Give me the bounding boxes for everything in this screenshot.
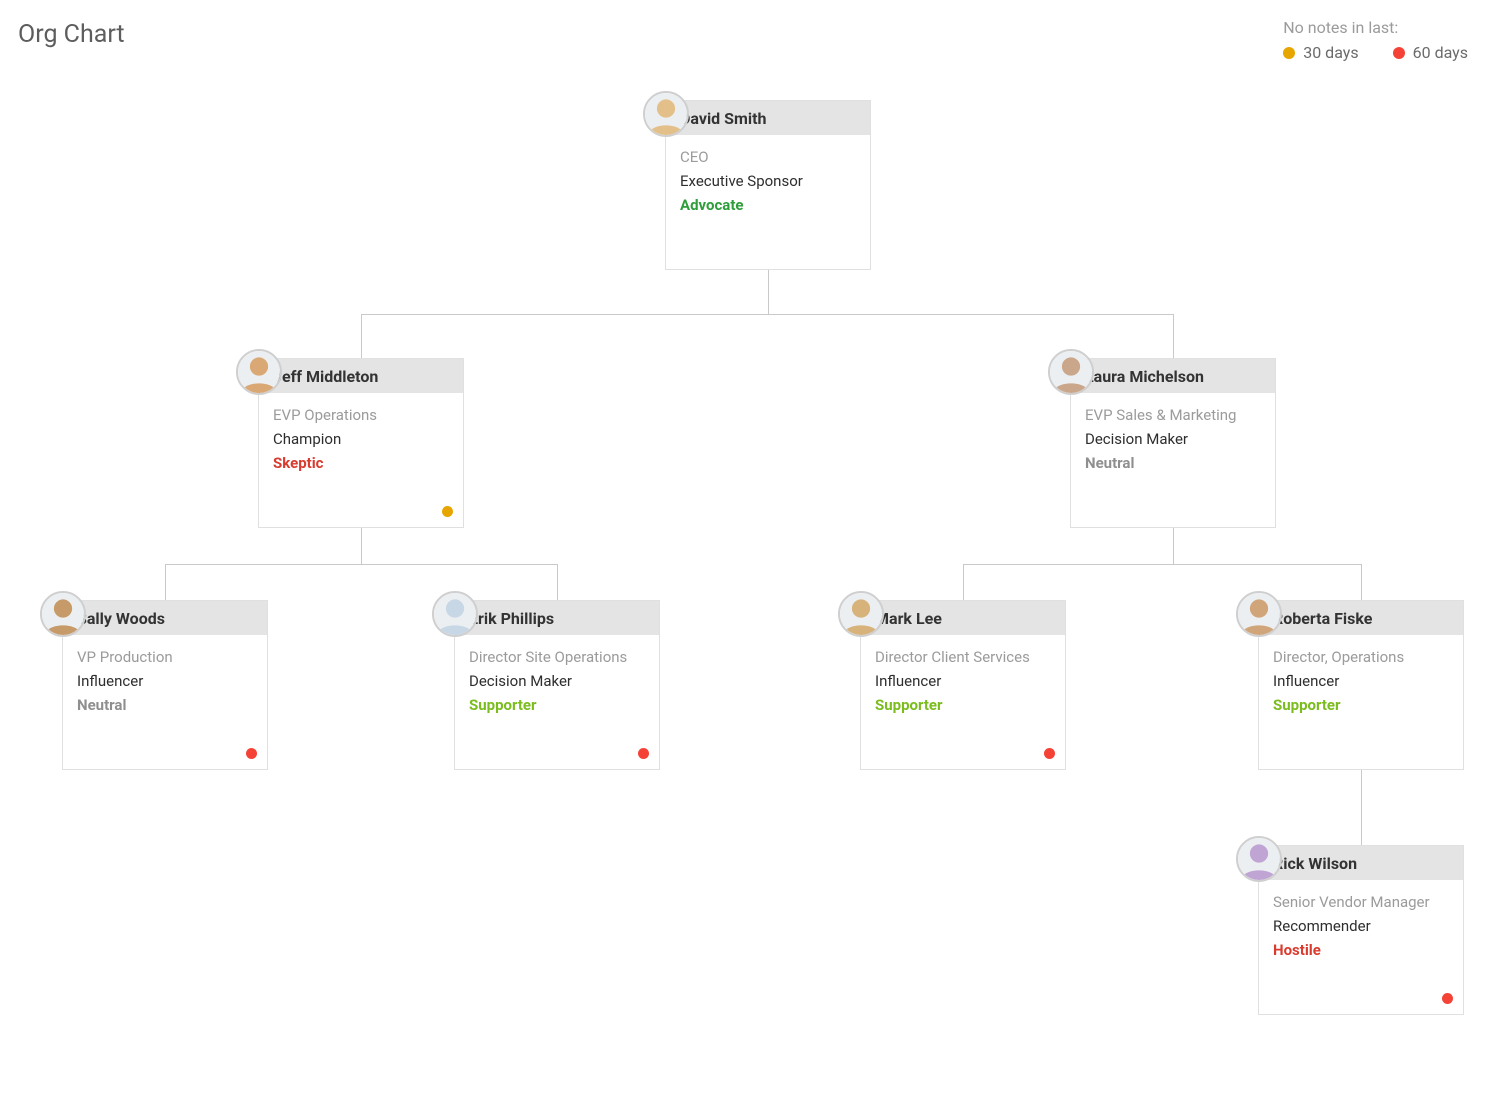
person-sentiment: Hostile [1273,938,1449,962]
avatar [236,349,282,395]
person-body: Director Site OperationsDecision MakerSu… [455,635,659,717]
person-name: Sally Woods [63,601,267,635]
avatar [643,91,689,137]
person-card-mark[interactable]: Mark LeeDirector Client ServicesInfluenc… [860,600,1066,770]
person-title: EVP Operations [273,403,449,427]
page-title: Org Chart [18,20,125,49]
avatar [1236,591,1282,637]
person-sentiment: Supporter [875,693,1051,717]
person-name: Roberta Fiske [1259,601,1463,635]
connector-line [361,314,362,358]
connector-line [361,314,1173,315]
legend-row: 30 days 60 days [1283,43,1468,62]
person-body: CEOExecutive SponsorAdvocate [666,135,870,217]
status-dot-icon [246,748,257,759]
legend-30-label: 30 days [1303,43,1358,62]
person-body: EVP Sales & MarketingDecision MakerNeutr… [1071,393,1275,475]
person-sentiment: Supporter [1273,693,1449,717]
connector-line [963,564,964,600]
person-card-jeff[interactable]: Jeff MiddletonEVP OperationsChampionSkep… [258,358,464,528]
person-body: Senior Vendor ManagerRecommenderHostile [1259,880,1463,962]
person-role: Influencer [77,669,253,693]
person-body: Director, OperationsInfluencerSupporter [1259,635,1463,717]
avatar [40,591,86,637]
avatar [1236,836,1282,882]
connector-line [1361,808,1362,845]
person-title: Director Client Services [875,645,1051,669]
person-role: Decision Maker [1085,427,1261,451]
person-title: Director Site Operations [469,645,645,669]
connector-line [361,528,362,564]
person-sentiment: Neutral [1085,451,1261,475]
connector-line [1173,314,1174,358]
person-card-laura[interactable]: Laura MichelsonEVP Sales & MarketingDeci… [1070,358,1276,528]
person-title: CEO [680,145,856,169]
status-dot-icon [442,506,453,517]
person-card-rick[interactable]: Rick WilsonSenior Vendor ManagerRecommen… [1258,845,1464,1015]
connector-line [165,564,166,600]
person-name: Mark Lee [861,601,1065,635]
person-card-roberta[interactable]: Roberta FiskeDirector, OperationsInfluen… [1258,600,1464,770]
legend-dot-60-icon [1393,47,1405,59]
person-body: Director Client ServicesInfluencerSuppor… [861,635,1065,717]
connector-line [1361,770,1362,808]
person-title: EVP Sales & Marketing [1085,403,1261,427]
person-name: Erik Phillips [455,601,659,635]
avatar [838,591,884,637]
connector-line [557,564,558,600]
person-title: VP Production [77,645,253,669]
person-card-erik[interactable]: Erik PhillipsDirector Site OperationsDec… [454,600,660,770]
person-name: David Smith [666,101,870,135]
person-sentiment: Neutral [77,693,253,717]
person-role: Recommender [1273,914,1449,938]
person-title: Senior Vendor Manager [1273,890,1449,914]
status-dot-icon [1442,993,1453,1004]
person-role: Influencer [875,669,1051,693]
person-role: Executive Sponsor [680,169,856,193]
legend-60-label: 60 days [1413,43,1468,62]
status-dot-icon [1044,748,1055,759]
connector-line [1173,528,1174,564]
person-sentiment: Advocate [680,193,856,217]
person-name: Jeff Middleton [259,359,463,393]
connector-line [963,564,1361,565]
person-body: VP ProductionInfluencerNeutral [63,635,267,717]
avatar [1048,349,1094,395]
person-role: Champion [273,427,449,451]
connector-line [1361,564,1362,600]
status-dot-icon [638,748,649,759]
person-card-sally[interactable]: Sally WoodsVP ProductionInfluencerNeutra… [62,600,268,770]
person-name: Rick Wilson [1259,846,1463,880]
legend-dot-30-icon [1283,47,1295,59]
connector-line [165,564,557,565]
person-role: Influencer [1273,669,1449,693]
person-title: Director, Operations [1273,645,1449,669]
person-role: Decision Maker [469,669,645,693]
connector-line [768,270,769,314]
legend-title: No notes in last: [1283,18,1468,37]
avatar [432,591,478,637]
legend: No notes in last: 30 days 60 days [1283,18,1468,62]
person-card-david[interactable]: David SmithCEOExecutive SponsorAdvocate [665,100,871,270]
person-name: Laura Michelson [1071,359,1275,393]
person-body: EVP OperationsChampionSkeptic [259,393,463,475]
person-sentiment: Supporter [469,693,645,717]
person-sentiment: Skeptic [273,451,449,475]
